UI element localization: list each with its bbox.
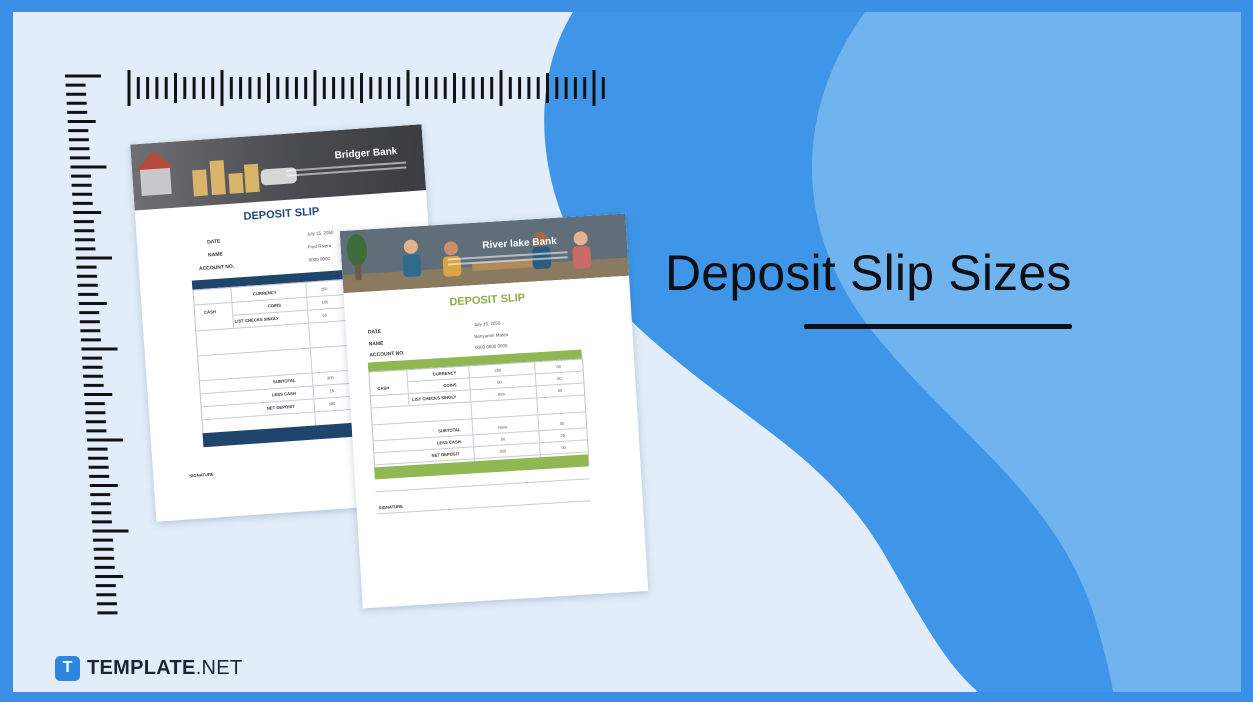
row-label-coins: COINS	[443, 382, 457, 389]
row-value-currency: 250	[320, 286, 328, 292]
banner-canvas: Bridger Bank DEPOSIT SLIP DATE July 15, …	[13, 12, 1241, 692]
field-label-account: ACCOUNT NO.	[369, 350, 405, 359]
total-value-less-cash: 50	[500, 436, 506, 442]
row-group-cash: CASH	[377, 385, 390, 392]
field-label-name: NAME	[368, 340, 384, 348]
row-value-currency: 250	[494, 367, 502, 373]
logo-text-light: .NET	[195, 656, 243, 679]
total-cents-less-cash: 25	[560, 432, 566, 438]
template-logo-text: TEMPLATE.NET	[87, 657, 242, 680]
row-cents-checks: 00	[557, 387, 563, 394]
row-group-cash: CASH	[203, 309, 217, 315]
field-value-date: July 15, 2050	[473, 320, 501, 328]
field-value-account: 0000 0000	[308, 255, 331, 263]
template-logo-icon: T	[55, 655, 80, 681]
total-value-subtotal: 300	[326, 375, 334, 381]
total-value-net-deposit: 300	[499, 448, 507, 454]
row-label-coins: COINS	[267, 302, 282, 309]
banner-headline: Deposit Slip Sizes	[665, 245, 1072, 301]
total-value-net-deposit: 580	[328, 400, 336, 407]
bank-address-lines	[286, 161, 407, 181]
field-label-date: DATE	[367, 328, 382, 336]
field-value-name: Fred Rivera	[307, 242, 332, 250]
total-value-subtotal: None	[497, 424, 508, 430]
field-value-date: July 15, 2050	[306, 229, 334, 237]
bank-name: Bridger Bank	[334, 146, 398, 162]
row-cents-coins: 00	[556, 375, 562, 382]
row-value-checks: 50	[322, 312, 328, 318]
total-cents-subtotal: 00	[559, 420, 565, 426]
headline-underline	[804, 324, 1072, 329]
field-label-name: NAME	[207, 251, 224, 259]
field-value-name: Benyamin Mateo	[474, 331, 509, 340]
field-label-date: DATE	[206, 238, 221, 246]
field-value-account: 0000 0000 0000	[474, 343, 508, 351]
total-cents-net-deposit: 00	[561, 444, 566, 450]
total-value-less-cash: 15	[329, 388, 335, 394]
deposit-slip-front: River lake Bank DEPOSIT SLIP DATE July 1…	[339, 213, 649, 609]
row-cents-currency: 00	[556, 363, 562, 370]
coins-house-photo	[135, 151, 297, 197]
row-value-coins: 100	[321, 299, 329, 305]
signature-label: SIGNATURE	[378, 503, 404, 511]
row-value-coins: 60	[497, 379, 502, 385]
outer-frame: Bridger Bank DEPOSIT SLIP DATE July 15, …	[0, 0, 1253, 702]
field-label-account: ACCOUNT NO.	[198, 263, 235, 273]
row-value-checks: Box	[497, 391, 506, 397]
template-net-logo: T TEMPLATE.NET	[55, 655, 242, 681]
logo-text-bold: TEMPLATE	[87, 656, 196, 679]
signature-label: SIGNATURE	[189, 471, 214, 479]
